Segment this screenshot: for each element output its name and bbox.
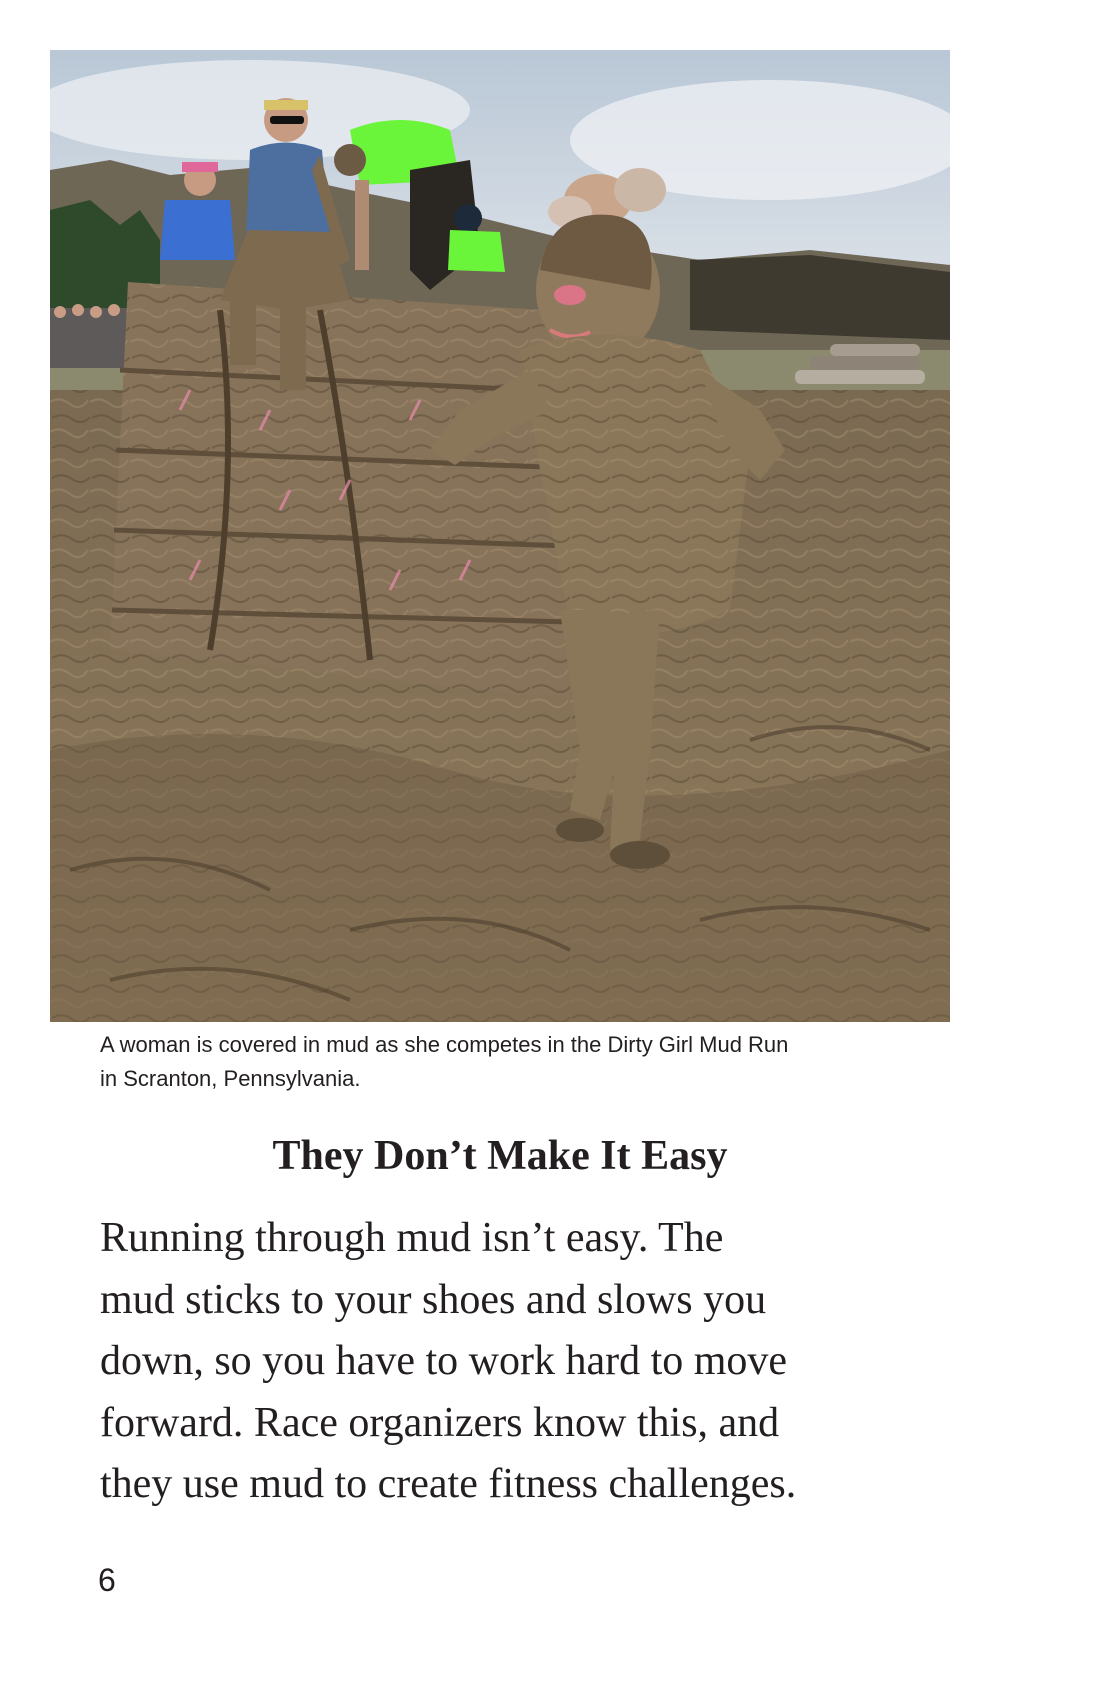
mud-run-illustration: [50, 50, 950, 1022]
caption-line-1: A woman is covered in mud as she compete…: [100, 1032, 789, 1057]
section-heading: They Don’t Make It Easy: [272, 1133, 728, 1179]
body-line: down, so you have to work hard to move: [100, 1338, 788, 1384]
body-line: they use mud to create fitness challenge…: [100, 1461, 797, 1507]
body-line: mud sticks to your shoes and slows you: [100, 1276, 767, 1323]
caption-line-2: in Scranton, Pennsylvania.: [100, 1066, 361, 1091]
spectator-crowd: [50, 304, 130, 368]
page-number: 6: [98, 1562, 116, 1598]
body-paragraph: Running through mud isn’t easy. The mud …: [100, 1208, 910, 1516]
mud-wall-obstacle: [110, 282, 571, 700]
photo-caption: A woman is covered in mud as she compete…: [100, 1028, 880, 1096]
body-line: Running through mud isn’t easy. The: [100, 1215, 724, 1261]
body-line: forward. Race organizers know this, and: [100, 1399, 780, 1446]
mud-run-photo: [50, 50, 950, 1022]
